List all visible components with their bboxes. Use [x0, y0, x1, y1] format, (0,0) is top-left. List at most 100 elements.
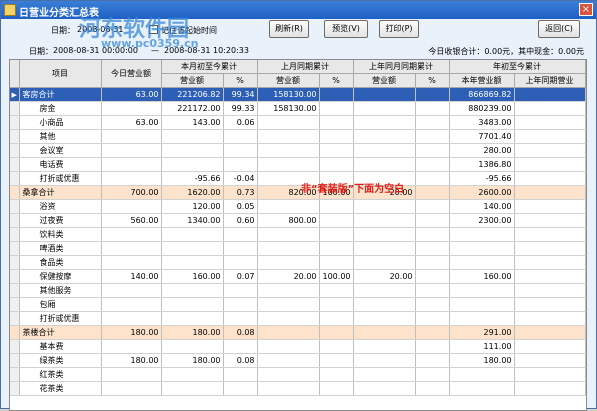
- value-cell: 221172.00: [161, 101, 224, 116]
- version-note: 非“套装版”下面为空白: [301, 184, 405, 195]
- value-cell: 1620.00: [161, 185, 224, 200]
- value-cell: [319, 199, 354, 214]
- value-cell: 111.00: [449, 339, 515, 354]
- value-cell: [101, 143, 162, 158]
- sub-last-year-same: 上年同期营业: [514, 73, 586, 88]
- value-cell: -95.66: [449, 171, 515, 186]
- value-cell: [223, 381, 258, 396]
- value-cell: [101, 297, 162, 312]
- value-cell: 800.00: [257, 213, 320, 228]
- value-cell: [101, 101, 162, 116]
- value-cell: [353, 157, 416, 172]
- item-name-cell: 花茶类: [19, 381, 102, 396]
- row-indicator: [10, 115, 20, 130]
- table-row[interactable]: 基本费 111.00: [10, 339, 586, 354]
- value-cell: [514, 353, 586, 368]
- value-cell: 1340.00: [161, 213, 224, 228]
- table-row[interactable]: 电话费 1386.80: [10, 157, 586, 172]
- row-indicator: [10, 325, 20, 340]
- value-cell: -0.04: [223, 171, 258, 186]
- refresh-button[interactable]: 刷新(R): [269, 20, 309, 38]
- value-cell: [353, 227, 416, 242]
- value-cell: [449, 283, 515, 298]
- summary-table: 项目 今日营业额 本月初至今累计 上月同期累计 上年同月同期累计 年初至今累计 …: [10, 60, 586, 396]
- table-row[interactable]: 小商品 63.00 143.00 0.06 3483.00: [10, 115, 586, 130]
- value-cell: [319, 129, 354, 144]
- table-row[interactable]: 过夜费 560.00 1340.00 0.60 800.00 2300.00: [10, 213, 586, 228]
- table-row[interactable]: 花茶类: [10, 381, 586, 396]
- item-name-cell: 会议室: [19, 143, 102, 158]
- preview-button[interactable]: 预览(V): [324, 20, 368, 38]
- value-cell: [514, 171, 586, 186]
- print-button[interactable]: 打印(P): [379, 20, 419, 38]
- close-button[interactable]: ×: [579, 3, 593, 16]
- value-cell: [161, 283, 224, 298]
- back-button[interactable]: 返回(C): [538, 20, 580, 38]
- range-label: 日期：: [29, 47, 53, 56]
- item-name-cell: 小商品: [19, 115, 102, 130]
- table-row[interactable]: 保健按摩 140.00 160.00 0.07 20.00 100.00 20.00 160.…: [10, 269, 586, 284]
- value-cell: [257, 143, 320, 158]
- sub-revenue: 营业额: [353, 73, 416, 88]
- table-row[interactable]: 房金 221172.00 99.33 158130.00 880239.00: [10, 101, 586, 116]
- table-row[interactable]: 其他 7701.40: [10, 129, 586, 144]
- col-today: 今日营业额: [101, 60, 162, 88]
- table-row[interactable]: 会议室 280.00: [10, 143, 586, 158]
- value-cell: [415, 367, 450, 382]
- value-cell: 0.07: [223, 269, 258, 284]
- value-cell: [415, 129, 450, 144]
- value-cell: 180.00: [161, 325, 224, 340]
- value-cell: [101, 227, 162, 242]
- value-cell: [449, 255, 515, 270]
- table-row[interactable]: 包厢: [10, 297, 586, 312]
- table-row[interactable]: 打折或优惠: [10, 311, 586, 326]
- value-cell: [257, 199, 320, 214]
- value-cell: [353, 87, 416, 102]
- value-cell: [449, 381, 515, 396]
- table-row[interactable]: 啤酒类: [10, 241, 586, 256]
- table-row[interactable]: 饮料类: [10, 227, 586, 242]
- value-cell: [223, 227, 258, 242]
- row-indicator-header: [10, 60, 20, 88]
- value-cell: [161, 381, 224, 396]
- value-cell: -95.66: [161, 171, 224, 186]
- sub-revenue: 营业额: [257, 73, 320, 88]
- table-row[interactable]: 浴资 120.00 0.05 140.00: [10, 199, 586, 214]
- value-cell: [101, 255, 162, 270]
- sub-pct: %: [319, 73, 354, 88]
- value-cell: [319, 311, 354, 326]
- value-cell: [319, 339, 354, 354]
- value-cell: 158130.00: [257, 101, 320, 116]
- value-cell: 880239.00: [449, 101, 515, 116]
- value-cell: [257, 381, 320, 396]
- table-row[interactable]: 茶楼合计 180.00 180.00 0.08 291.00: [10, 325, 586, 340]
- value-cell: 180.00: [449, 353, 515, 368]
- value-cell: [257, 339, 320, 354]
- value-cell: [161, 311, 224, 326]
- value-cell: [449, 367, 515, 382]
- value-cell: [415, 283, 450, 298]
- value-cell: [319, 367, 354, 382]
- col-last-year-month: 上年同月同期累计: [353, 60, 450, 74]
- value-cell: [101, 241, 162, 256]
- value-cell: 160.00: [449, 269, 515, 284]
- value-cell: 866869.82: [449, 87, 515, 102]
- value-cell: [319, 227, 354, 242]
- table-row[interactable]: 其他服务: [10, 283, 586, 298]
- value-cell: 63.00: [101, 87, 162, 102]
- table-row[interactable]: 桑拿合计 700.00 1620.00 0.73 820.00 100.00 20.00 26…: [10, 185, 586, 200]
- value-cell: [353, 353, 416, 368]
- value-cell: [101, 339, 162, 354]
- table-row[interactable]: 食品类: [10, 255, 586, 270]
- value-cell: [514, 129, 586, 144]
- table-row[interactable]: 红茶类: [10, 367, 586, 382]
- value-cell: [514, 367, 586, 382]
- row-indicator: [10, 283, 20, 298]
- table-row[interactable]: 打折或优惠 -95.66 -0.04 -95.66: [10, 171, 586, 186]
- table-row[interactable]: ▶ 客房合计 63.00 221206.82 99.34 158130.00 866869.…: [10, 87, 586, 102]
- value-cell: [415, 101, 450, 116]
- value-cell: 560.00: [101, 213, 162, 228]
- table-row[interactable]: 绿茶类 180.00 180.00 0.08 180.00: [10, 353, 586, 368]
- value-cell: [514, 283, 586, 298]
- value-cell: 280.00: [449, 143, 515, 158]
